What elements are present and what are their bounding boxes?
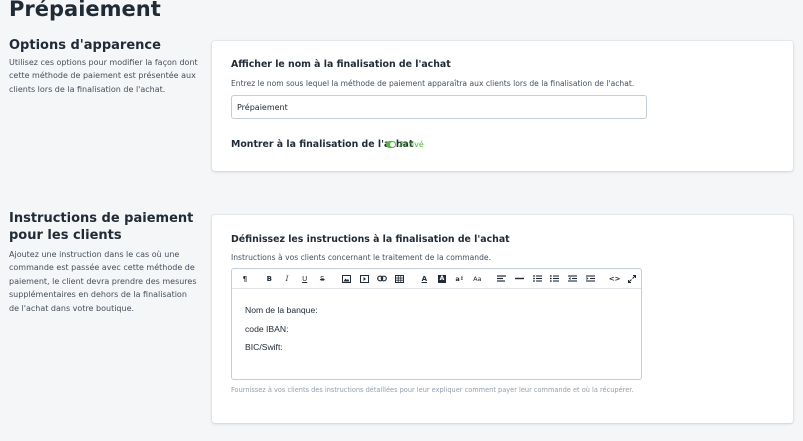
editor-line: Nom de la banque: xyxy=(245,305,318,315)
instructions-card: Définissez les instructions à la finalis… xyxy=(212,215,793,423)
instructions-help: Instructions à vos clients concernant le… xyxy=(231,253,492,262)
horizontal-rule-icon[interactable] xyxy=(511,270,529,288)
appearance-section-description: Utilisez ces options pour modifier la fa… xyxy=(9,58,198,94)
instructions-heading: Définissez les instructions à la finalis… xyxy=(231,234,510,245)
strikethrough-icon[interactable]: S xyxy=(313,270,331,288)
appearance-card: Afficher le nom à la finalisation de l'a… xyxy=(212,41,793,171)
paragraph-icon[interactable]: ¶ xyxy=(236,270,254,288)
appearance-section-title: Options d'apparence xyxy=(9,38,161,53)
background-color-icon[interactable]: A xyxy=(433,270,451,288)
editor-toolbar: ¶ B I U S A A a ↕ Aa <> xyxy=(232,269,641,289)
image-icon[interactable] xyxy=(338,270,356,288)
editor-content[interactable]: Nom de la banque: code IBAN: BIC/Swift: xyxy=(232,289,641,357)
display-name-help: Entrez le nom sous lequel la méthode de … xyxy=(231,79,635,88)
instructions-section-title: Instructions de paiement pour les client… xyxy=(9,211,194,243)
text-case-icon[interactable]: Aa xyxy=(468,270,486,288)
link-icon[interactable] xyxy=(373,270,391,288)
outdent-icon[interactable] xyxy=(564,270,582,288)
display-name-input[interactable] xyxy=(231,95,647,119)
instructions-section-description: Ajoutez une instruction dans le cas où u… xyxy=(9,250,197,313)
unordered-list-icon[interactable] xyxy=(528,270,546,288)
fullscreen-icon[interactable] xyxy=(623,270,641,288)
video-icon[interactable] xyxy=(356,270,374,288)
toggle-status-label: Activé xyxy=(399,140,424,149)
indent-icon[interactable] xyxy=(581,270,599,288)
page-title: Prépaiement xyxy=(9,0,161,21)
bold-icon[interactable]: B xyxy=(261,270,279,288)
align-icon[interactable] xyxy=(493,270,511,288)
ordered-list-icon[interactable] xyxy=(546,270,564,288)
show-at-checkout-toggle[interactable]: Activé xyxy=(386,140,424,149)
code-view-icon[interactable]: <> xyxy=(606,270,624,288)
italic-icon[interactable]: I xyxy=(278,270,296,288)
table-icon[interactable] xyxy=(391,270,409,288)
editor-line: code IBAN: xyxy=(245,323,289,334)
toggle-on-icon xyxy=(386,141,396,148)
rich-text-editor[interactable]: ¶ B I U S A A a ↕ Aa <> Nom de la banque… xyxy=(231,268,642,380)
editor-line: BIC/Swift: xyxy=(245,342,283,352)
text-color-icon[interactable]: A xyxy=(415,270,433,288)
display-name-heading: Afficher le nom à la finalisation de l'a… xyxy=(231,59,451,70)
instructions-footer-hint: Fournissez à vos clients des instruction… xyxy=(231,386,634,394)
underline-icon[interactable]: U xyxy=(296,270,314,288)
font-size-icon[interactable]: a ↕ xyxy=(451,270,469,288)
